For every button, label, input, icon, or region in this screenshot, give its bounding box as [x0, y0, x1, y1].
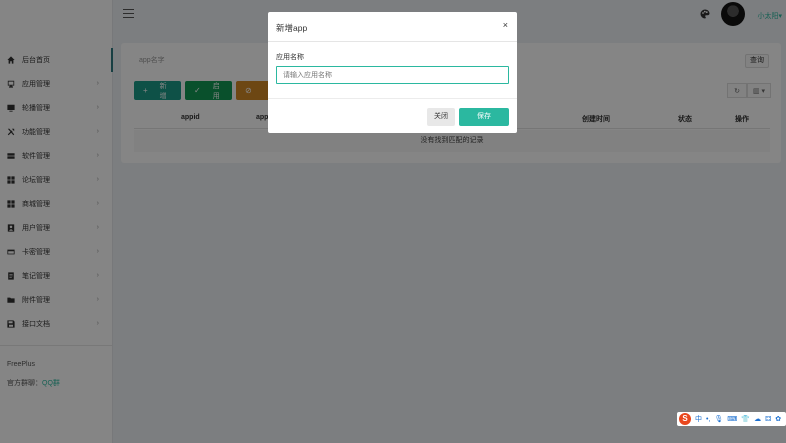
skin-icon[interactable]: 👕	[741, 415, 750, 423]
dialog-footer-divider	[268, 98, 517, 99]
app-name-field[interactable]	[276, 66, 509, 84]
ime-toolbar: S 中 •, 🎙 ⌨ 👕 ☁ ⚃ ✿	[677, 412, 786, 426]
toolbox-icon[interactable]: ⚃	[765, 415, 771, 423]
sogou-logo-icon[interactable]: S	[679, 413, 691, 425]
microphone-icon[interactable]: 🎙	[714, 415, 723, 423]
dialog-divider	[268, 41, 517, 42]
app-name-label: 应用名称	[276, 54, 304, 61]
cancel-button[interactable]: 关闭	[427, 108, 455, 126]
settings-icon[interactable]: ✿	[775, 415, 781, 423]
ime-punctuation-icon[interactable]: •,	[706, 416, 710, 423]
save-button[interactable]: 保存	[459, 108, 509, 126]
dialog-title: 新增app	[276, 23, 308, 33]
keyboard-icon[interactable]: ⌨	[727, 415, 737, 423]
add-app-dialog: 新增app × 应用名称 关闭 保存	[268, 12, 517, 133]
ime-chinese-mode[interactable]: 中	[695, 414, 702, 424]
cloud-icon[interactable]: ☁	[754, 415, 761, 423]
close-icon[interactable]: ×	[503, 20, 508, 30]
